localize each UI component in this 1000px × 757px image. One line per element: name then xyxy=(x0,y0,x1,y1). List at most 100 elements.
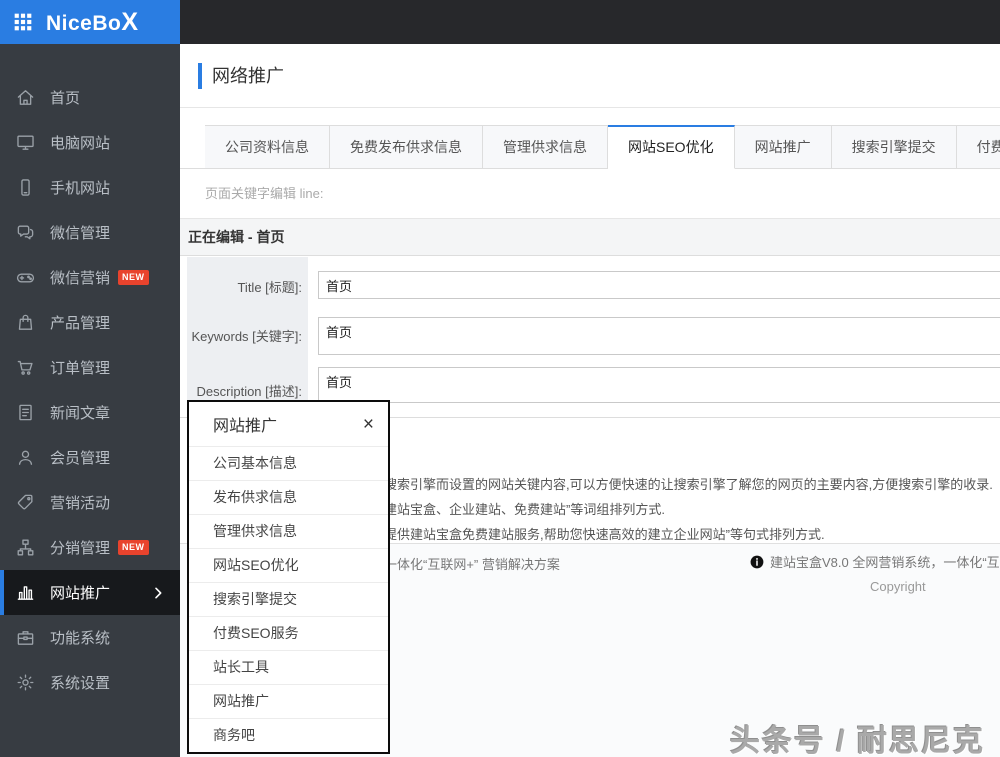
popup-header: 网站推广 × xyxy=(189,402,388,446)
app-window: NiceBoX 首页 电脑网站 手机网站 微信管理 微信营销 NEW 产品管理 … xyxy=(0,0,1000,757)
sidebar-item[interactable]: 会员管理 xyxy=(0,435,180,480)
description-textarea[interactable] xyxy=(318,367,1000,403)
popup-menu-item[interactable]: 网站推广 xyxy=(189,684,388,718)
tab[interactable]: 免费发布供求信息 xyxy=(330,125,483,169)
info-icon xyxy=(750,555,764,569)
tab-bar: 公司资料信息 免费发布供求信息 管理供求信息 网站SEO优化 网站推广 搜索引擎提交 付费S… xyxy=(205,125,1000,169)
chat-icon xyxy=(14,222,36,244)
tab-label: 公司资料信息 xyxy=(225,139,309,155)
tab[interactable]: 公司资料信息 xyxy=(205,125,330,169)
sidebar-item[interactable]: 产品管理 xyxy=(0,300,180,345)
help-line: 搜索引擎而设置的网站关键内容,可以方便快速的让搜索引擎了解您的网页的主要内容,方… xyxy=(384,477,993,492)
footer-slogan: 一体化“互联网+” 营销解决方案 xyxy=(384,557,560,572)
sidebar-item-label: 微信营销 xyxy=(50,270,111,287)
topbar-icon[interactable] xyxy=(289,11,311,33)
keywords-label: Keywords [关键字]: xyxy=(191,329,302,344)
sidebar-item-label: 电脑网站 xyxy=(50,135,111,152)
popup-menu-item[interactable]: 站长工具 xyxy=(189,650,388,684)
sidebar-item-label: 会员管理 xyxy=(50,450,111,467)
bag-icon xyxy=(14,312,36,334)
sidebar-item[interactable]: 新闻文章 xyxy=(0,390,180,435)
site-promotion-popup: 网站推广 × 公司基本信息 发布供求信息 管理供求信息 网站SEO优化 搜索引擎提交 付费… xyxy=(187,400,390,754)
tab[interactable]: 网站推广 xyxy=(734,125,832,169)
new-badge: NEW xyxy=(118,540,149,555)
description-label: Description [描述]: xyxy=(196,384,302,399)
smartphone-icon xyxy=(14,177,36,199)
sidebar-item-label: 功能系统 xyxy=(50,630,111,647)
new-badge: NEW xyxy=(118,270,149,285)
bar-chart-icon xyxy=(14,582,36,604)
sidebar-item-label: 产品管理 xyxy=(50,315,111,332)
sidebar-item-label: 手机网站 xyxy=(50,180,111,197)
sidebar-item-label: 订单管理 xyxy=(50,360,111,377)
close-icon[interactable]: × xyxy=(363,415,374,434)
tab[interactable]: 付费SEO服务 xyxy=(956,125,1000,169)
tab-label: 网站推广 xyxy=(754,139,811,155)
popup-menu-item[interactable]: 管理供求信息 xyxy=(189,514,388,548)
grid-icon[interactable] xyxy=(13,12,33,32)
tab-label: 管理供求信息 xyxy=(503,139,587,155)
popup-menu-item[interactable]: 商务吧 xyxy=(189,718,388,752)
tab-label: 搜索引擎提交 xyxy=(851,139,936,155)
tab-label: 付费SEO服务 xyxy=(976,139,1000,155)
briefcase-icon xyxy=(14,627,36,649)
document-icon xyxy=(14,402,36,424)
sidebar-item-label: 系统设置 xyxy=(50,675,111,692)
sidebar-item[interactable]: 微信管理 xyxy=(0,210,180,255)
topbar-actions xyxy=(193,0,311,44)
sidebar-item[interactable]: 功能系统 xyxy=(0,615,180,660)
cart-icon xyxy=(14,357,36,379)
tab[interactable]: 网站SEO优化 xyxy=(608,125,735,169)
sidebar-item[interactable]: 订单管理 xyxy=(0,345,180,390)
sidebar-item-label: 营销活动 xyxy=(50,495,111,512)
popup-menu-item[interactable]: 发布供求信息 xyxy=(189,480,388,514)
topbar-brand: NiceBoX xyxy=(0,0,180,44)
tab[interactable]: 管理供求信息 xyxy=(483,125,608,169)
home-icon xyxy=(14,87,36,109)
sitemap-icon xyxy=(14,537,36,559)
copyright-text: Copyright xyxy=(870,579,926,594)
sidebar-item[interactable]: 分销管理 NEW xyxy=(0,525,180,570)
sidebar-item[interactable]: 营销活动 xyxy=(0,480,180,525)
editing-status-bar: 正在编辑 - 首页 xyxy=(180,219,1000,256)
divider xyxy=(180,107,1000,108)
tag-icon xyxy=(14,492,36,514)
popup-menu-item[interactable]: 付费SEO服务 xyxy=(189,616,388,650)
topbar: NiceBoX xyxy=(0,0,1000,44)
footer-product-line: 建站宝盒V8.0 全网营销系统，一体化“互联 xyxy=(750,552,1000,571)
popup-menu-item[interactable]: 搜索引擎提交 xyxy=(189,582,388,616)
sidebar-item[interactable]: 首页 xyxy=(0,75,180,120)
tab[interactable]: 搜索引擎提交 xyxy=(831,125,957,169)
sidebar-item[interactable]: 手机网站 xyxy=(0,165,180,210)
logo: NiceBoX xyxy=(46,7,139,36)
popup-menu-item[interactable]: 公司基本信息 xyxy=(189,446,388,480)
sidebar-item-label: 首页 xyxy=(50,90,81,107)
topbar-icon[interactable] xyxy=(241,11,263,33)
help-line: 建站宝盒、企业建站、免费建站”等词组排列方式. xyxy=(384,502,665,517)
chevron-right-icon xyxy=(150,585,166,601)
watermark: 头条号 / 耐思尼克 xyxy=(729,725,985,757)
gamepad-icon xyxy=(14,267,36,289)
sidebar-item[interactable]: 微信营销 NEW xyxy=(0,255,180,300)
title-input[interactable] xyxy=(318,271,1000,299)
keyword-edit-helper: 页面关键字编辑 line: xyxy=(205,186,324,201)
footer-product-text: 建站宝盒V8.0 全网营销系统，一体化“互联 xyxy=(770,555,1000,570)
monitor-icon xyxy=(14,132,36,154)
popup-title: 网站推广 xyxy=(213,418,278,435)
tab-label: 免费发布供求信息 xyxy=(350,139,462,155)
seo-help-text: 搜索引擎而设置的网站关键内容,可以方便快速的让搜索引擎了解您的网页的主要内容,方… xyxy=(384,472,993,547)
sidebar-item-label: 网站推广 xyxy=(50,585,111,602)
sidebar: 首页 电脑网站 手机网站 微信管理 微信营销 NEW 产品管理 订单管理 新闻文… xyxy=(0,44,180,757)
user-icon xyxy=(14,447,36,469)
sidebar-item-label: 微信管理 xyxy=(50,225,111,242)
popup-menu-item[interactable]: 网站SEO优化 xyxy=(189,548,388,582)
keywords-textarea[interactable] xyxy=(318,317,1000,355)
sidebar-item[interactable]: 系统设置 xyxy=(0,660,180,705)
sidebar-item[interactable]: 网站推广 xyxy=(0,570,180,615)
gear-icon xyxy=(14,672,36,694)
topbar-icon[interactable] xyxy=(193,11,215,33)
sidebar-item-label: 新闻文章 xyxy=(50,405,111,422)
popup-menu: 公司基本信息 发布供求信息 管理供求信息 网站SEO优化 搜索引擎提交 付费SEO服务 站长… xyxy=(189,446,388,752)
tab-label: 网站SEO优化 xyxy=(628,139,714,155)
sidebar-item[interactable]: 电脑网站 xyxy=(0,120,180,165)
